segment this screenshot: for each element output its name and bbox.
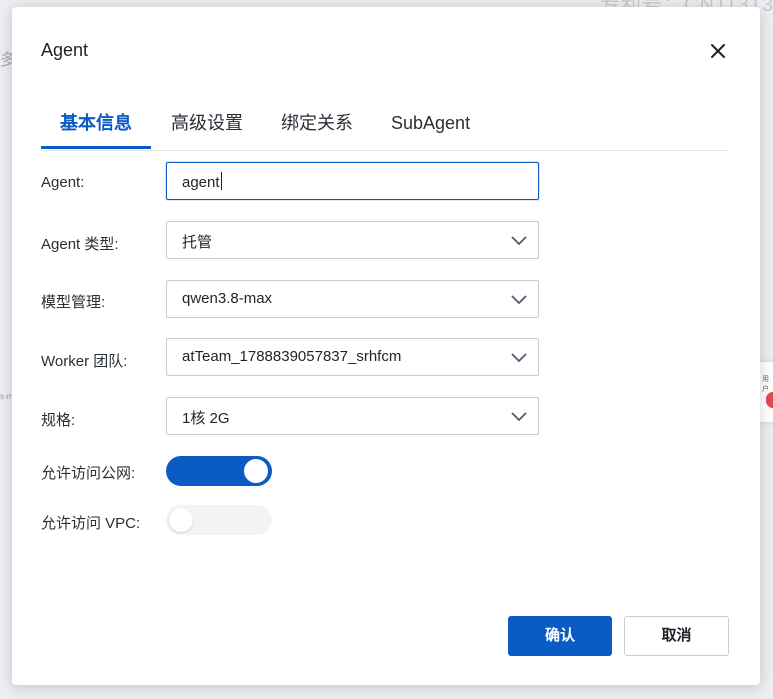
worker-team-label: Worker 团队: bbox=[41, 353, 128, 370]
chevron-down-icon bbox=[511, 295, 527, 305]
tab-subagent[interactable]: SubAgent bbox=[391, 103, 470, 149]
background-right-label: 用户 bbox=[762, 376, 769, 393]
tab-advanced-settings[interactable]: 高级设置 bbox=[171, 103, 243, 149]
toggle-knob bbox=[244, 459, 268, 483]
agent-name-label: Agent: bbox=[41, 174, 85, 191]
tab-bindings[interactable]: 绑定关系 bbox=[281, 103, 353, 149]
model-label: 模型管理: bbox=[41, 294, 106, 311]
spec-label: 规格: bbox=[41, 412, 76, 429]
dialog-title: Agent bbox=[41, 40, 89, 60]
vpc-access-label: 允许访问 VPC: bbox=[41, 515, 141, 532]
agent-name-input[interactable]: agent bbox=[166, 162, 539, 200]
spec-value: 1核 2G bbox=[182, 410, 230, 427]
model-select[interactable]: qwen3.8-max bbox=[166, 280, 539, 318]
agent-type-label: Agent 类型: bbox=[41, 236, 119, 253]
agent-type-select[interactable]: 托管 bbox=[166, 221, 539, 259]
chevron-down-icon bbox=[511, 353, 527, 363]
vpc-access-toggle[interactable] bbox=[166, 505, 272, 535]
agent-dialog: Agent 基本信息 高级设置 绑定关系 SubAgent Agent: age… bbox=[12, 7, 760, 685]
public-access-label: 允许访问公网: bbox=[41, 465, 136, 482]
public-access-toggle[interactable] bbox=[166, 456, 272, 486]
cancel-button[interactable]: 取消 bbox=[624, 616, 729, 656]
close-icon[interactable] bbox=[706, 39, 730, 63]
chevron-down-icon bbox=[511, 236, 527, 246]
text-cursor bbox=[220, 172, 222, 190]
worker-team-value: atTeam_1788839057837_srhfcm bbox=[182, 348, 402, 365]
model-value: qwen3.8-max bbox=[182, 290, 273, 307]
worker-team-select[interactable]: atTeam_1788839057837_srhfcm bbox=[166, 338, 539, 376]
tab-bar: 基本信息 高级设置 绑定关系 SubAgent bbox=[41, 103, 729, 151]
agent-type-value: 托管 bbox=[182, 234, 213, 251]
toggle-knob bbox=[169, 508, 193, 532]
chevron-down-icon bbox=[511, 412, 527, 422]
spec-select[interactable]: 1核 2G bbox=[166, 397, 539, 435]
background-right-badge bbox=[766, 392, 773, 408]
tab-basic-info[interactable]: 基本信息 bbox=[60, 103, 132, 149]
agent-name-value: agent bbox=[182, 174, 220, 191]
active-tab-indicator bbox=[41, 146, 151, 149]
confirm-button[interactable]: 确认 bbox=[508, 616, 612, 656]
